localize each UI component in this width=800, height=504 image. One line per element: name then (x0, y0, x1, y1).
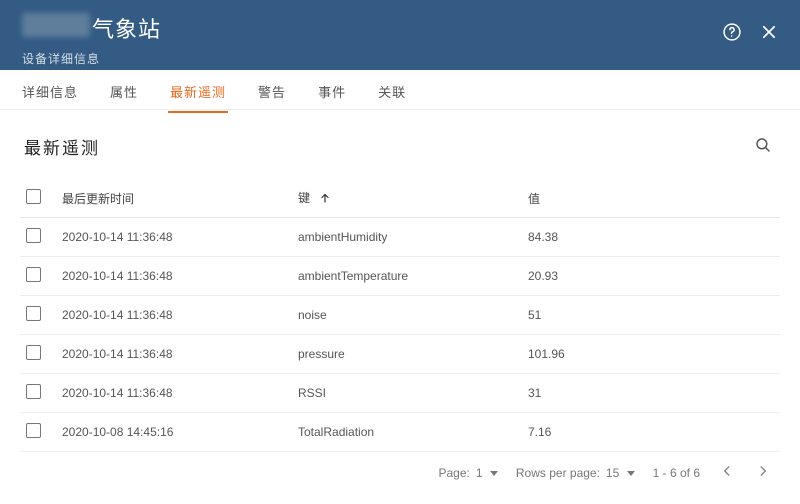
cell-time: 2020-10-14 11:36:48 (56, 335, 292, 374)
telemetry-table: 最后更新时间 键 值 2020-10-14 11:36:48ambientHum… (20, 179, 780, 452)
sort-asc-icon (319, 192, 331, 207)
prev-page-icon[interactable] (718, 462, 736, 483)
cell-value: 7.16 (522, 413, 780, 452)
cell-value: 20.93 (522, 257, 780, 296)
page-subtitle: 设备详细信息 (22, 50, 778, 67)
close-icon[interactable] (760, 23, 778, 41)
checkbox-row[interactable] (26, 384, 41, 399)
checkbox-row[interactable] (26, 267, 41, 282)
cell-time: 2020-10-14 11:36:48 (56, 257, 292, 296)
cell-value: 31 (522, 374, 780, 413)
column-header-key-label: 键 (298, 191, 310, 205)
dialog-header: 气象站 设备详细信息 (0, 0, 800, 70)
checkbox-row[interactable] (26, 345, 41, 360)
page-label: Page: (438, 466, 469, 480)
cell-value: 84.38 (522, 218, 780, 257)
rows-per-page-label: Rows per page: (516, 466, 600, 480)
help-icon[interactable] (722, 22, 742, 42)
cell-time: 2020-10-14 11:36:48 (56, 218, 292, 257)
page-title: 气象站 (92, 12, 161, 44)
rows-per-page-value: 15 (606, 466, 619, 480)
table-row: 2020-10-14 11:36:48ambientHumidity84.38 (20, 218, 780, 257)
tab-3[interactable]: 警告 (256, 70, 288, 111)
page-select[interactable]: 1 (476, 466, 498, 480)
table-row: 2020-10-08 14:45:16TotalRadiation7.16 (20, 413, 780, 452)
table-row: 2020-10-14 11:36:48noise51 (20, 296, 780, 335)
tab-4[interactable]: 事件 (316, 70, 348, 111)
cell-time: 2020-10-14 11:36:48 (56, 296, 292, 335)
section-title: 最新遥测 (24, 134, 100, 159)
column-header-value[interactable]: 值 (522, 179, 780, 218)
pagination: Page: 1 Rows per page: 15 1 - 6 of 6 (20, 452, 780, 483)
tab-2[interactable]: 最新遥测 (168, 70, 228, 113)
rows-per-page-select[interactable]: 15 (606, 466, 635, 480)
cell-key: RSSI (292, 374, 522, 413)
table-row: 2020-10-14 11:36:48ambientTemperature20.… (20, 257, 780, 296)
cell-key: pressure (292, 335, 522, 374)
table-row: 2020-10-14 11:36:48pressure101.96 (20, 335, 780, 374)
tab-1[interactable]: 属性 (108, 70, 140, 111)
page-value: 1 (476, 466, 483, 480)
cell-key: ambientTemperature (292, 257, 522, 296)
table-row: 2020-10-14 11:36:48RSSI31 (20, 374, 780, 413)
column-header-time[interactable]: 最后更新时间 (56, 179, 292, 218)
tab-0[interactable]: 详细信息 (20, 70, 80, 111)
checkbox-all[interactable] (26, 189, 41, 204)
cell-value: 51 (522, 296, 780, 335)
page-range: 1 - 6 of 6 (653, 466, 700, 480)
cell-key: TotalRadiation (292, 413, 522, 452)
tab-row: 详细信息属性最新遥测警告事件关联 (0, 70, 800, 110)
column-header-key[interactable]: 键 (292, 179, 522, 218)
tab-5[interactable]: 关联 (376, 70, 408, 111)
cell-key: noise (292, 296, 522, 335)
cell-time: 2020-10-08 14:45:16 (56, 413, 292, 452)
checkbox-row[interactable] (26, 228, 41, 243)
cell-time: 2020-10-14 11:36:48 (56, 374, 292, 413)
chevron-down-icon (490, 471, 498, 476)
next-page-icon[interactable] (754, 462, 772, 483)
cell-value: 101.96 (522, 335, 780, 374)
title-redacted (22, 13, 90, 37)
checkbox-row[interactable] (26, 306, 41, 321)
search-icon[interactable] (750, 132, 776, 161)
chevron-down-icon (627, 471, 635, 476)
checkbox-row[interactable] (26, 423, 41, 438)
cell-key: ambientHumidity (292, 218, 522, 257)
